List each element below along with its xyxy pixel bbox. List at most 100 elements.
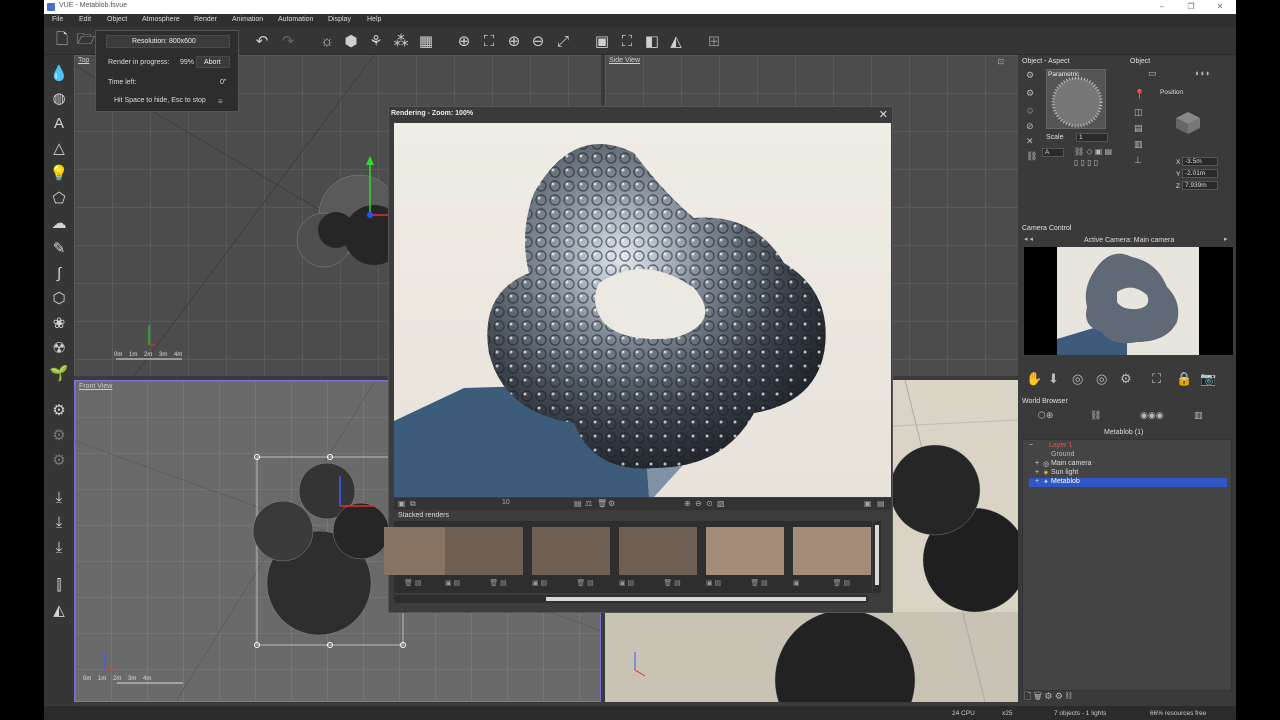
- tree-expander[interactable]: −: [1029, 442, 1033, 449]
- mapping-dropdown[interactable]: A: [1042, 148, 1064, 157]
- rock-icon[interactable]: ⬠: [48, 188, 70, 208]
- histogram-icon[interactable]: ▤: [574, 499, 582, 508]
- sky-editor-icon[interactable]: ☼: [317, 31, 337, 51]
- menu-object[interactable]: Object: [107, 16, 127, 23]
- animation-tab-icon[interactable]: ◖◖◗: [1194, 68, 1210, 78]
- boolean-icon[interactable]: ⚙: [48, 450, 70, 470]
- twist-icon[interactable]: ▥: [1134, 139, 1143, 150]
- tree-item-sun-light[interactable]: + ✷ Sun light: [1029, 469, 1229, 478]
- redo-icon[interactable]: ↷: [278, 31, 298, 51]
- rotation-icon[interactable]: ▤: [1134, 123, 1143, 134]
- frame-camera-icon[interactable]: ⛶: [1152, 371, 1161, 387]
- lock-icon[interactable]: 🔒: [1176, 371, 1192, 387]
- menu-atmosphere[interactable]: Atmosphere: [142, 16, 180, 23]
- light-icon[interactable]: 💡: [48, 163, 70, 183]
- aspect-link-icon[interactable]: ⛓: [1026, 151, 1037, 162]
- tree-item-metablob[interactable]: + ✦ Metablob: [1029, 478, 1227, 487]
- pan-hand-icon[interactable]: ✋: [1026, 371, 1042, 387]
- pivot-icon[interactable]: ⊥: [1134, 155, 1142, 166]
- render-preview-icon[interactable]: ▣: [592, 31, 612, 51]
- frame-selection-icon[interactable]: ⛶: [479, 31, 499, 51]
- zoom-in-icon[interactable]: ⊕: [504, 31, 524, 51]
- position-y-field[interactable]: -2.01m: [1182, 169, 1218, 178]
- smart-drop-icon[interactable]: ⤓: [48, 537, 70, 557]
- align-icon[interactable]: ⫿: [48, 575, 70, 595]
- thumb-actions[interactable]: ▣ ▤ 🗑 ▤: [619, 579, 697, 587]
- animation-film-icon[interactable]: ▦: [416, 31, 436, 51]
- sphere-primitive-icon[interactable]: ◍: [48, 88, 70, 108]
- drop-selected-icon[interactable]: ⤓: [48, 512, 70, 532]
- roll-icon[interactable]: ◎: [1096, 371, 1107, 387]
- save-render-icon[interactable]: ▣: [398, 499, 406, 508]
- globe-icon[interactable]: ⊕: [454, 31, 474, 51]
- stack-toggle-icon[interactable]: ▣: [864, 499, 872, 508]
- undo-icon[interactable]: ↶: [252, 31, 272, 51]
- pen-tool-icon[interactable]: ✎: [48, 238, 70, 258]
- plant-icon[interactable]: 🌱: [48, 363, 70, 383]
- zoom-out-render-icon[interactable]: ⊖: [695, 499, 702, 508]
- drop-to-ground-icon[interactable]: ⤓: [48, 487, 70, 507]
- thumb-actions[interactable]: ▣ ▤ 🗑 ▤: [706, 579, 784, 587]
- post-render-icon[interactable]: ▧: [717, 499, 725, 508]
- fit-render-icon[interactable]: ⊙: [706, 499, 713, 508]
- group-icon[interactable]: ⚙: [48, 400, 70, 420]
- objects-tab-icon[interactable]: ⬡⊕: [1038, 410, 1053, 421]
- stacked-render-thumbnail[interactable]: [532, 527, 610, 575]
- camera-icon[interactable]: 📷: [1200, 371, 1216, 387]
- close-icon[interactable]: ✕: [879, 108, 888, 121]
- tree-expander[interactable]: +: [1035, 478, 1039, 485]
- aspect-refresh-icon[interactable]: ⊘: [1026, 121, 1034, 132]
- compare-icon[interactable]: ⚖: [585, 499, 592, 508]
- cloud-icon[interactable]: ☁: [48, 213, 70, 233]
- render-area-icon[interactable]: ⛶: [617, 31, 637, 51]
- close-button[interactable]: ✕: [1209, 1, 1231, 13]
- npr-render-icon[interactable]: ◧: [642, 31, 662, 51]
- frame-field[interactable]: 10: [502, 499, 510, 506]
- tree-item-layer-1[interactable]: − Layer 1: [1029, 442, 1229, 451]
- camera-next-icon[interactable]: ▸: [1224, 235, 1228, 243]
- settings-icon[interactable]: ⚙: [608, 499, 615, 508]
- camera-prev-icon[interactable]: ◂ ◂: [1024, 235, 1033, 243]
- ecosystem-icon[interactable]: ⁂: [391, 31, 411, 51]
- move-down-icon[interactable]: ⬇: [1048, 371, 1059, 387]
- orbit-icon[interactable]: ◎: [1072, 371, 1083, 387]
- aspect-tools-icon[interactable]: ⛓ ◇ ▣ ▤: [1074, 147, 1112, 156]
- tree-expander[interactable]: +: [1035, 469, 1039, 476]
- camera-snapshot-icon[interactable]: ⚙: [1120, 371, 1132, 387]
- stack-expand-icon[interactable]: ▤: [877, 499, 885, 508]
- maximize-button[interactable]: ❐: [1180, 1, 1202, 13]
- new-scene-icon[interactable]: 🗋: [52, 31, 72, 51]
- numerics-tab-icon[interactable]: ▭: [1148, 68, 1157, 79]
- aspect-lock-icon[interactable]: ⚙: [1026, 106, 1034, 117]
- minimize-button[interactable]: –: [1151, 1, 1173, 13]
- links-tab-icon[interactable]: ⛓: [1090, 410, 1101, 421]
- menu-render[interactable]: Render: [194, 16, 217, 23]
- stack-horizontal-scrollbar[interactable]: [394, 595, 868, 603]
- render-icon[interactable]: ◭: [666, 31, 686, 51]
- thumb-actions[interactable]: ▣ ▤ 🗑 ▤: [532, 579, 610, 587]
- stacked-render-thumbnail[interactable]: [619, 527, 697, 575]
- menu-automation[interactable]: Automation: [278, 16, 313, 23]
- position-pin-icon[interactable]: 📍: [1134, 89, 1145, 100]
- plant-editor-icon[interactable]: ⚘: [366, 31, 386, 51]
- tree-expander[interactable]: +: [1035, 460, 1039, 467]
- stacked-render-thumbnail[interactable]: [445, 527, 523, 575]
- zoom-in-render-icon[interactable]: ⊕: [684, 499, 691, 508]
- scale-field[interactable]: 1: [1076, 133, 1108, 142]
- position-z-field[interactable]: 7.939m: [1182, 181, 1218, 190]
- stacked-render-thumbnail[interactable]: [793, 527, 871, 575]
- tree-item-main-camera[interactable]: + ◎ Main camera: [1029, 460, 1229, 469]
- radiation-icon[interactable]: ☢: [48, 338, 70, 358]
- delete-render-icon[interactable]: 🗑: [597, 499, 607, 508]
- text-tool-icon[interactable]: A: [48, 113, 70, 133]
- terrain-icon[interactable]: △: [48, 138, 70, 158]
- menu-file[interactable]: File: [52, 16, 63, 23]
- open-scene-icon[interactable]: 🗁: [76, 31, 96, 51]
- position-x-field[interactable]: -3.5m: [1182, 157, 1218, 166]
- materials-tab-icon[interactable]: ◉◉◉: [1140, 410, 1164, 421]
- stacked-render-thumbnail[interactable]: [706, 527, 784, 575]
- ungroup-icon[interactable]: ⚙: [48, 425, 70, 445]
- layout-icon[interactable]: ⊞: [704, 31, 724, 51]
- water-drop-icon[interactable]: 💧: [48, 63, 70, 83]
- material-preview[interactable]: [1046, 69, 1106, 129]
